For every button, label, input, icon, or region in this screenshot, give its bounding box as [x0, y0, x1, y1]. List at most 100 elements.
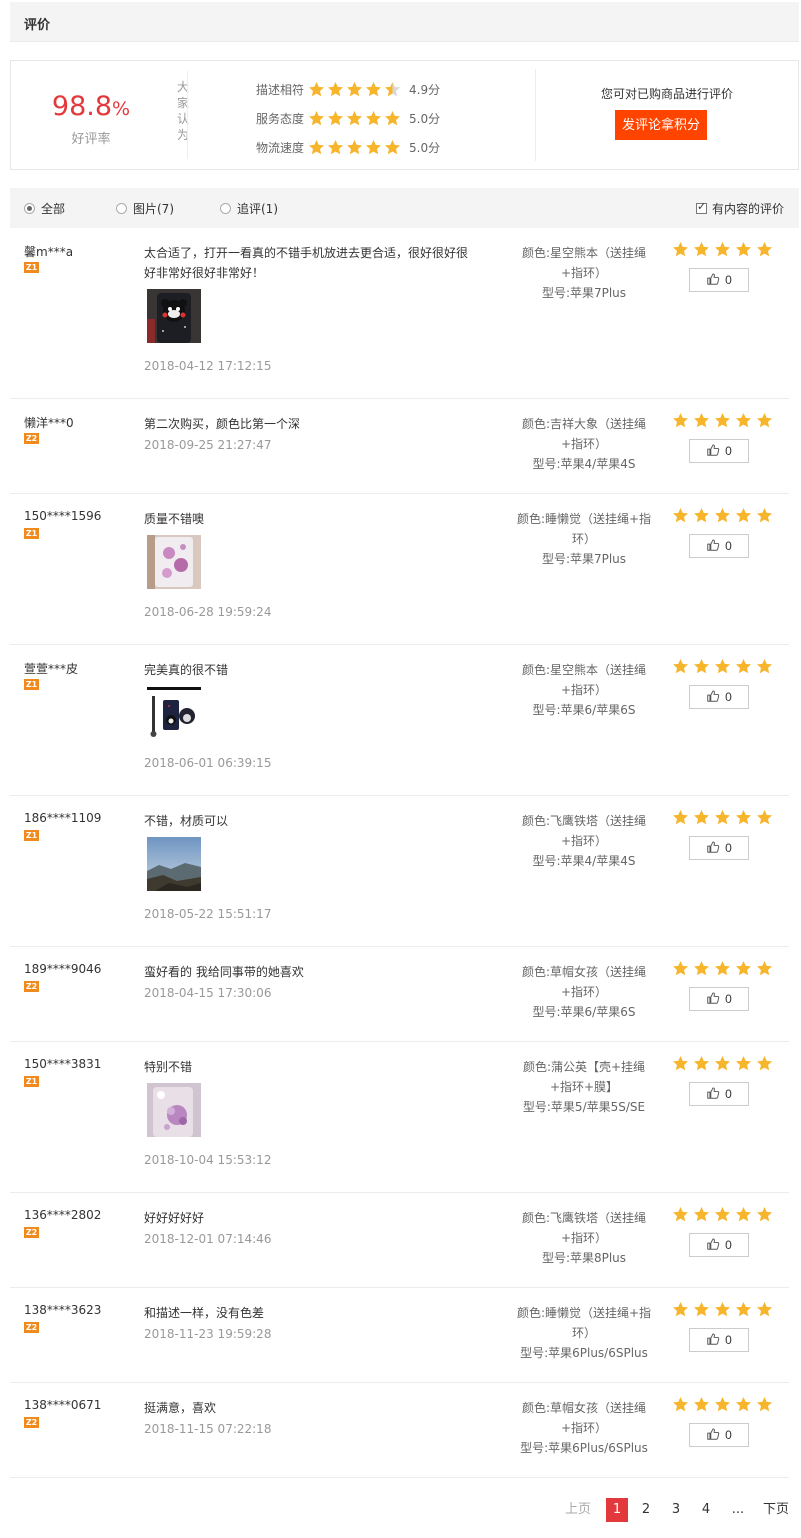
dimension-stars: [308, 139, 403, 156]
sku-color-line: 颜色:吉祥大象（送挂绳: [521, 417, 647, 431]
positive-rate: 98.8%: [11, 91, 171, 122]
star-icon: [672, 241, 693, 258]
next-page-button[interactable]: 下页: [762, 1498, 790, 1522]
review-text: 特别不错: [144, 1060, 193, 1074]
like-button[interactable]: 0: [689, 1328, 749, 1352]
like-button[interactable]: 0: [689, 836, 749, 860]
star-icon: [735, 960, 756, 977]
review-text: 质量不错噢: [144, 512, 205, 526]
page-1-button[interactable]: 1: [606, 1498, 628, 1522]
dimension-stars: [308, 110, 403, 127]
write-review-button[interactable]: 发评论拿积分: [615, 110, 707, 140]
page-3-button[interactable]: 3: [668, 1498, 684, 1522]
like-count: 0: [725, 841, 732, 855]
sku-info: 颜色:睡懒觉（送挂绳+指 环） 型号:苹果7Plus: [504, 509, 664, 569]
review-stars: [672, 1396, 777, 1413]
review-photo[interactable]: [147, 289, 201, 343]
sku-model-line: 型号:苹果7Plus: [541, 552, 627, 566]
like-button[interactable]: 0: [689, 1233, 749, 1257]
dimension-label: 服务态度: [256, 112, 305, 126]
review-stars: [672, 658, 777, 675]
review-photo[interactable]: [147, 1083, 201, 1137]
star-icon: [714, 1055, 735, 1072]
filter-followup[interactable]: 追评(1): [220, 200, 278, 217]
page-4-button[interactable]: 4: [698, 1498, 714, 1522]
review-date: 2018-11-23 19:59:28: [144, 1327, 272, 1341]
star-icon: [756, 809, 777, 826]
filter-with-content[interactable]: 有内容的评价: [696, 200, 784, 217]
like-button[interactable]: 0: [689, 685, 749, 709]
page-2-button[interactable]: 2: [638, 1498, 654, 1522]
sku-info: 颜色:星空熊本（送挂绳 +指环） 型号:苹果6/苹果6S: [504, 660, 664, 720]
sku-color-line-cont: +指环）: [560, 437, 608, 451]
review-date: 2018-05-22 15:51:17: [144, 907, 272, 921]
dimension-ratings: 描述相符 4.9分 服务态度 5.0分 物流速度 5.0分: [256, 75, 440, 162]
review-text: 完美真的很不错: [144, 663, 229, 677]
like-button[interactable]: 0: [689, 268, 749, 292]
sku-color-line: 颜色:睡懒觉（送挂绳+指: [516, 1306, 652, 1320]
filter-pictures[interactable]: 图片(7): [116, 200, 174, 217]
radio-icon[interactable]: [220, 203, 231, 214]
filter-with-content-label: 有内容的评价: [712, 202, 785, 216]
review-photo[interactable]: [147, 837, 201, 891]
sku-info: 颜色:飞鹰铁塔（送挂绳 +指环） 型号:苹果8Plus: [504, 1208, 664, 1268]
star-icon: [327, 110, 346, 127]
sku-info: 颜色:蒲公英【壳+挂绳 +指环+膜】 型号:苹果5/苹果5S/SE: [504, 1057, 664, 1117]
thumbs-up-icon: [706, 272, 725, 289]
positive-rate-label: 好评率: [71, 132, 111, 147]
star-icon: [346, 81, 365, 98]
filter-all[interactable]: 全部: [24, 200, 65, 217]
sku-info: 颜色:飞鹰铁塔（送挂绳 +指环） 型号:苹果4/苹果4S: [504, 811, 664, 871]
review-photo[interactable]: [147, 686, 201, 740]
member-level-badge: Z1: [24, 830, 39, 841]
review-item: 萱萱***皮 Z1 完美真的很不错 2018-06-01 06:39:15 颜色:星空熊…: [10, 645, 789, 796]
star-icon: [672, 507, 693, 524]
like-count: 0: [725, 1333, 732, 1347]
review-stars: [672, 960, 777, 977]
sku-model-line: 型号:苹果4/苹果4S: [532, 457, 636, 471]
reviewer-name: 150****1596: [24, 509, 102, 523]
review-text: 挺满意，喜欢: [144, 1401, 217, 1415]
star-icon: [365, 81, 384, 98]
like-button[interactable]: 0: [689, 1082, 749, 1106]
star-icon: [693, 1396, 714, 1413]
reviewer-name: 189****9046: [24, 962, 102, 976]
sku-model-line: 型号:苹果6Plus/6SPlus: [520, 1346, 648, 1360]
like-count: 0: [725, 539, 732, 553]
review-date: 2018-10-04 15:53:12: [144, 1153, 272, 1167]
prev-page-button[interactable]: 上页: [564, 1498, 592, 1522]
like-button[interactable]: 0: [689, 987, 749, 1011]
radio-icon[interactable]: [24, 203, 35, 214]
like-button[interactable]: 0: [689, 1423, 749, 1447]
reviewer-name: 懒洋***0: [24, 416, 74, 430]
section-title: 评价: [24, 18, 51, 33]
review-item: 186****1109 Z1 不错，材质可以 2018-05-22 15:51:17 颜…: [10, 796, 789, 947]
member-level-badge: Z1: [24, 528, 39, 539]
like-count: 0: [725, 992, 732, 1006]
sku-color-line-cont: +指环）: [560, 985, 608, 999]
sku-color-line: 颜色:睡懒觉（送挂绳+指: [516, 512, 652, 526]
star-icon: [756, 1301, 777, 1318]
sku-model-line: 型号:苹果6/苹果6S: [532, 1005, 636, 1019]
star-icon: [756, 960, 777, 977]
radio-icon[interactable]: [116, 203, 127, 214]
review-item: 138****3623 Z2 和描述一样，没有色差 2018-11-23 19:59:…: [10, 1288, 789, 1383]
star-icon: [714, 241, 735, 258]
like-button[interactable]: 0: [689, 439, 749, 463]
star-icon: [735, 1206, 756, 1223]
pager-ellipsis: ...: [731, 1502, 745, 1517]
star-icon: [756, 1396, 777, 1413]
star-icon: [693, 507, 714, 524]
sku-model-line: 型号:苹果5/苹果5S/SE: [522, 1100, 646, 1114]
sku-model-line: 型号:苹果4/苹果4S: [532, 854, 636, 868]
reviewer-name: 萱萱***皮: [24, 662, 79, 676]
review-date: 2018-12-01 07:14:46: [144, 1232, 272, 1246]
checkbox-icon[interactable]: [696, 200, 707, 214]
star-icon: [327, 81, 346, 98]
like-button[interactable]: 0: [689, 534, 749, 558]
star-icon: [714, 507, 735, 524]
dimension-score: 5.0分: [409, 141, 441, 155]
star-icon: [735, 658, 756, 675]
review-photo[interactable]: [147, 535, 201, 589]
pagination: 上页 1 2 3 4 ... 下页: [10, 1498, 799, 1522]
